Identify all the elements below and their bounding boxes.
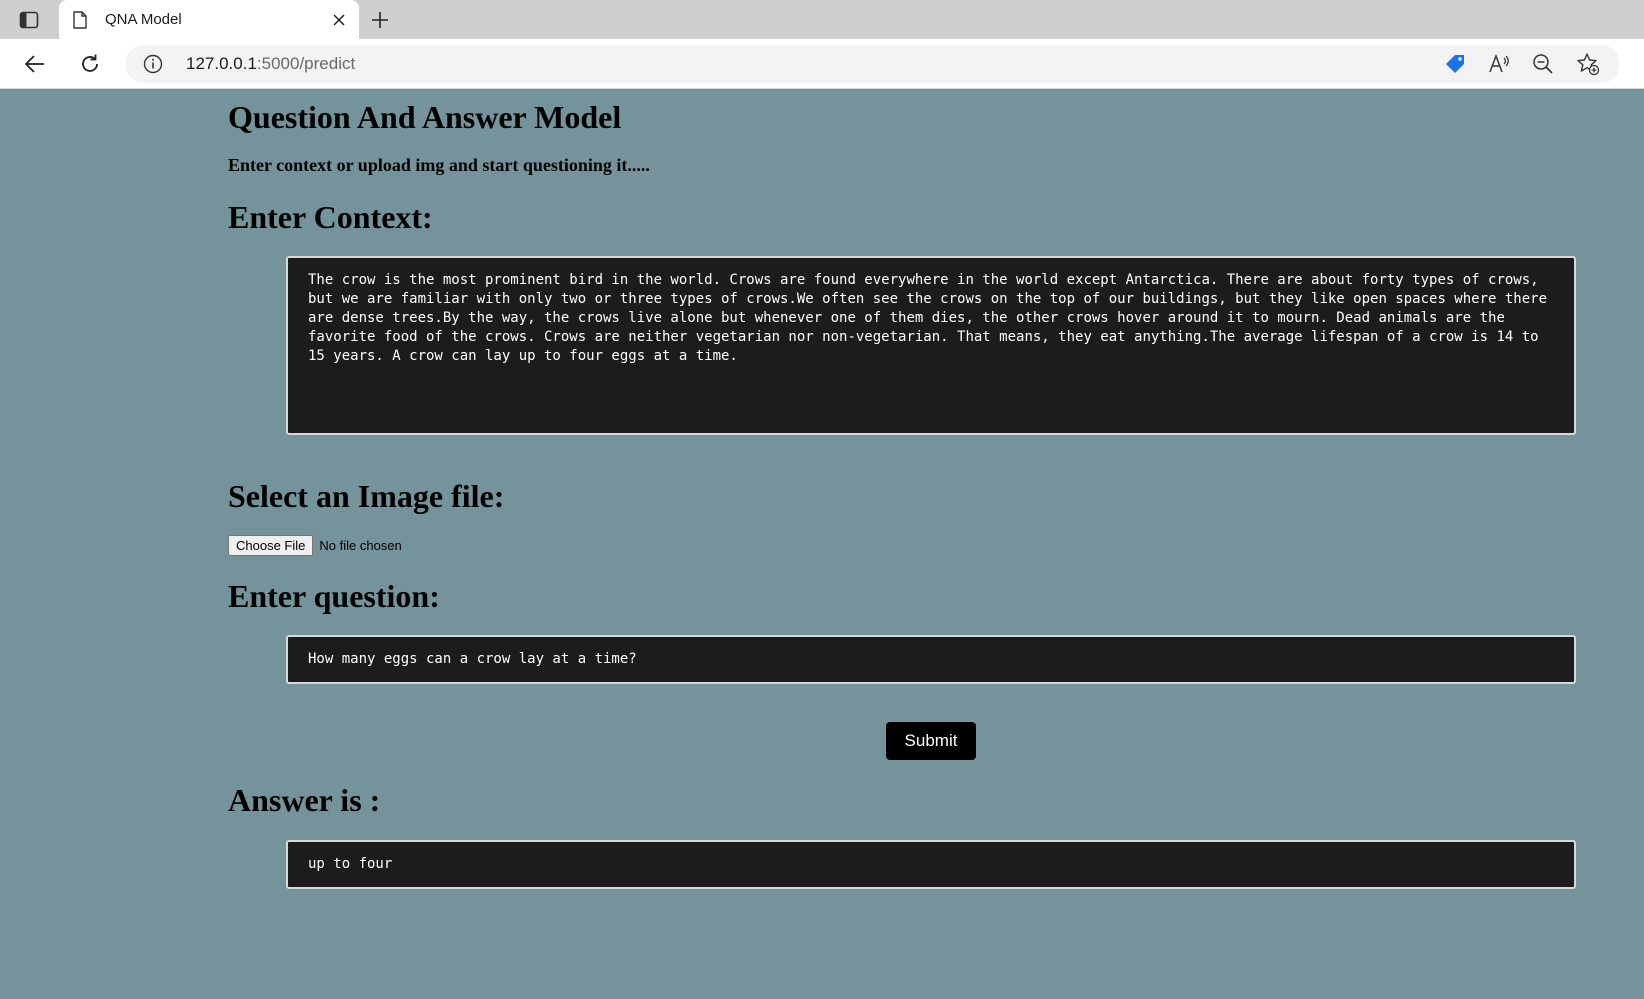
close-icon[interactable] <box>329 10 349 30</box>
plus-icon[interactable] <box>366 7 394 33</box>
answer-output: up to four <box>286 840 1576 889</box>
url-text[interactable]: 127.0.0.1:5000/predict <box>186 54 355 74</box>
reload-icon[interactable] <box>75 50 105 78</box>
file-status: No file chosen <box>319 538 402 553</box>
answer-heading: Answer is : <box>228 782 381 818</box>
tag-icon[interactable] <box>1442 52 1468 76</box>
url-host: 127.0.0.1 <box>186 54 257 73</box>
url-path: :5000/predict <box>256 54 356 73</box>
star-add-icon[interactable] <box>1575 52 1601 76</box>
tab-title: QNA Model <box>105 11 182 28</box>
tab-actions-icon[interactable] <box>14 8 44 32</box>
browser-tab[interactable]: QNA Model <box>59 0 359 39</box>
file-input[interactable]: Choose File No file chosen <box>228 535 402 556</box>
question-heading: Enter question: <box>228 578 440 614</box>
page-content: Question And Answer Model Enter context … <box>0 89 1644 999</box>
read-aloud-icon[interactable] <box>1486 52 1512 76</box>
question-input[interactable]: How many eggs can a crow lay at a time? <box>286 635 1576 684</box>
info-icon[interactable] <box>143 54 163 79</box>
context-textarea[interactable]: The crow is the most prominent bird in t… <box>286 256 1576 435</box>
browser-toolbar: 127.0.0.1:5000/predict <box>0 39 1644 89</box>
browser-tab-strip: QNA Model <box>0 0 1644 39</box>
address-bar[interactable]: 127.0.0.1:5000/predict <box>125 45 1620 83</box>
arrow-left-icon[interactable] <box>20 50 50 78</box>
submit-button[interactable]: Submit <box>886 722 976 760</box>
zoom-out-icon[interactable] <box>1530 52 1556 76</box>
page-title: Question And Answer Model <box>228 99 622 135</box>
image-heading: Select an Image file: <box>228 478 505 514</box>
context-heading: Enter Context: <box>228 199 433 235</box>
choose-file-button[interactable]: Choose File <box>228 535 314 556</box>
document-icon <box>73 11 87 34</box>
page-subtitle: Enter context or upload img and start qu… <box>228 155 650 175</box>
